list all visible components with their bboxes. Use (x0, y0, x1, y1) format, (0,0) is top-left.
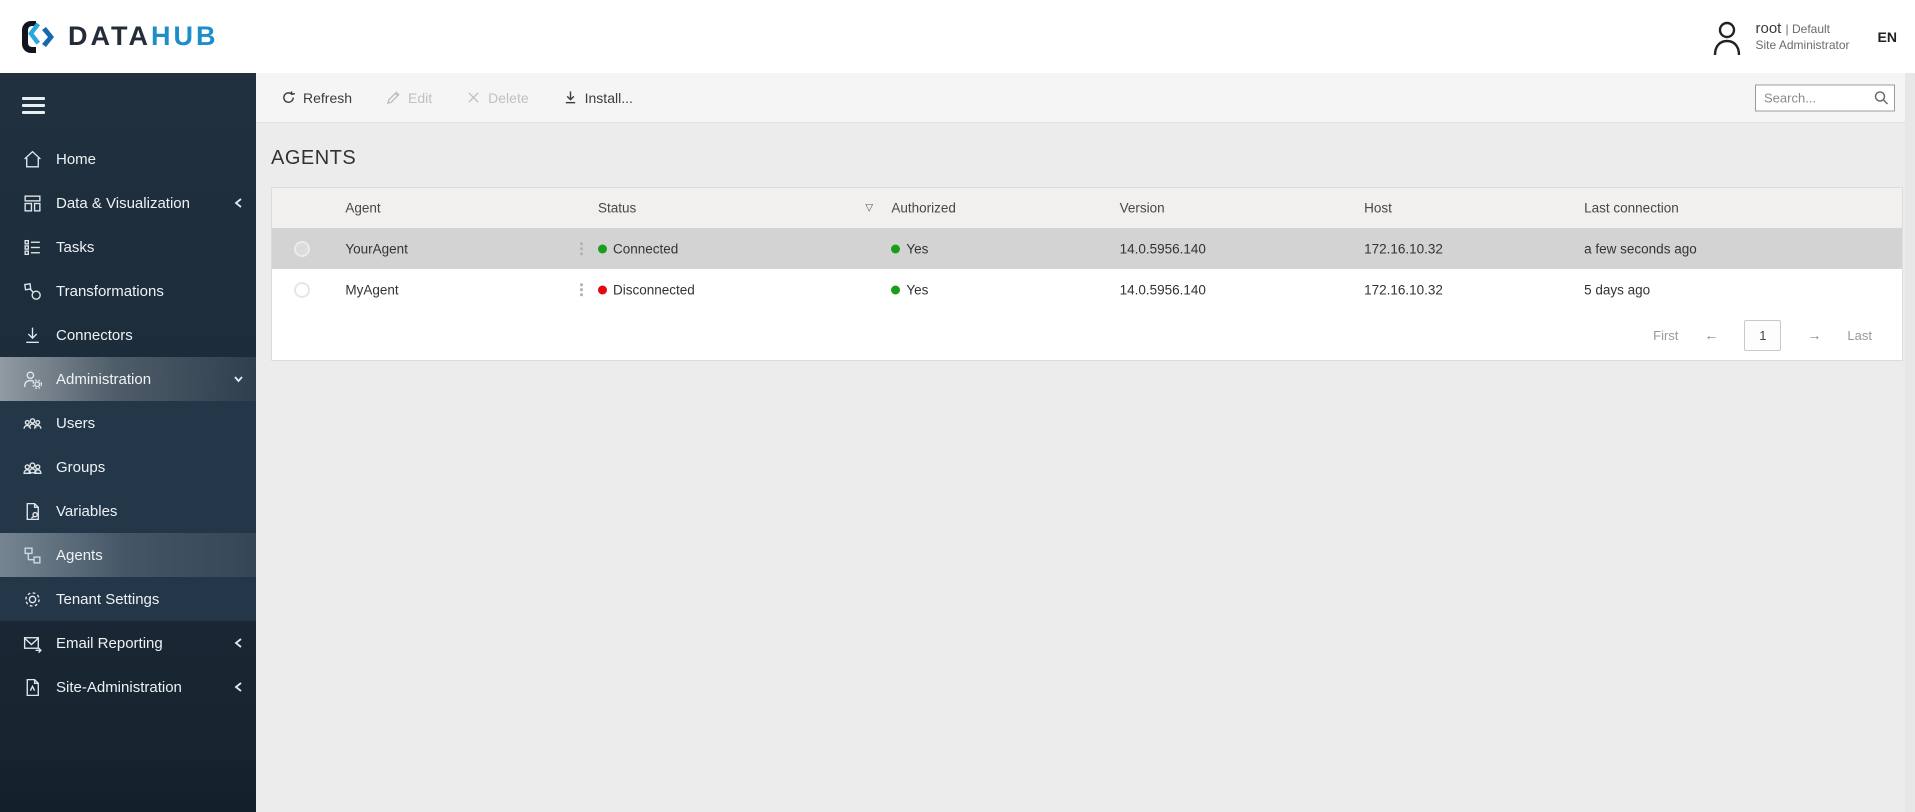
authorized-dot (891, 285, 901, 294)
last-connection-cell: a few seconds ago (1584, 241, 1697, 256)
last-connection-cell: 5 days ago (1584, 282, 1651, 297)
table-row[interactable]: YourAgent Connected Yes 14.0.5956.140 17… (272, 228, 1902, 269)
row-menu-icon[interactable] (578, 240, 584, 258)
agent-name: YourAgent (345, 241, 408, 256)
email-icon (22, 633, 43, 654)
chevron-left-icon (233, 681, 244, 693)
dashboard-icon (22, 193, 43, 214)
column-header-authorized[interactable]: Authorized (891, 201, 956, 216)
refresh-icon (283, 91, 296, 103)
row-select-radio[interactable] (294, 281, 310, 298)
gear-icon (22, 589, 43, 610)
transformations-icon (22, 281, 43, 302)
table-row[interactable]: MyAgent Disconnected Yes 14.0.5956.140 1… (272, 269, 1902, 310)
delete-button[interactable]: Delete (466, 90, 529, 106)
chevron-left-icon (233, 197, 244, 209)
authorized-dot (891, 244, 901, 253)
column-header-last-connection[interactable]: Last connection (1584, 201, 1679, 216)
chevron-left-icon (233, 637, 244, 649)
agent-name: MyAgent (345, 282, 399, 297)
pagination-current-page[interactable]: 1 (1744, 319, 1782, 351)
sort-descending-icon[interactable]: ▽ (865, 203, 873, 214)
user-menu[interactable]: root | Default Site Administrator (1710, 18, 1850, 56)
admin-user-gear-icon (22, 369, 43, 390)
row-select-radio[interactable] (294, 240, 310, 257)
sidebar: Home Data & Visualization Tasks Transfor… (0, 73, 256, 812)
menu-toggle-button[interactable] (0, 73, 256, 137)
search-input[interactable] (1756, 90, 1868, 105)
sidebar-item-tasks[interactable]: Tasks (0, 225, 256, 269)
page-title: AGENTS (271, 147, 357, 169)
sidebar-item-groups[interactable]: Groups (0, 445, 256, 489)
task-list-icon (22, 237, 43, 258)
sidebar-item-variables[interactable]: Variables (0, 489, 256, 533)
language-selector[interactable]: EN (1872, 29, 1897, 45)
pagination-last-button[interactable]: Last (1847, 328, 1872, 343)
column-header-version[interactable]: Version (1120, 201, 1165, 216)
agents-icon (22, 545, 43, 566)
groups-icon (22, 457, 43, 478)
edit-button[interactable]: Edit (386, 90, 432, 106)
install-button[interactable]: Install... (563, 90, 633, 106)
users-icon (22, 413, 43, 434)
pagination-next-icon[interactable]: → (1807, 327, 1821, 343)
column-header-host[interactable]: Host (1364, 201, 1392, 216)
sidebar-item-site-administration[interactable]: Site-Administration (0, 665, 256, 709)
column-header-agent[interactable]: Agent (345, 201, 380, 216)
hamburger-icon (22, 93, 45, 118)
user-role: Site Administrator (1755, 38, 1850, 53)
status-cell: Connected (598, 241, 678, 256)
edit-pencil-icon (386, 91, 400, 105)
sidebar-item-administration[interactable]: Administration (0, 357, 256, 401)
table-header-row: Agent Status ▽ Authorized Version Host L… (272, 188, 1902, 228)
delete-x-icon (468, 92, 479, 103)
version-cell: 14.0.5956.140 (1119, 282, 1206, 297)
sidebar-item-users[interactable]: Users (0, 401, 256, 445)
sidebar-item-transformations[interactable]: Transformations (0, 269, 256, 313)
authorized-cell: Yes (891, 241, 928, 256)
app-title: DATAHUB (68, 21, 219, 51)
status-dot (598, 244, 607, 253)
variables-icon (22, 501, 43, 522)
home-icon (22, 149, 43, 170)
sidebar-item-home[interactable]: Home (0, 137, 256, 181)
pagination-first-button[interactable]: First (1653, 328, 1678, 343)
user-tenant: | Default (1785, 21, 1831, 36)
sidebar-item-data-visualization[interactable]: Data & Visualization (0, 181, 256, 225)
sidebar-item-tenant-settings[interactable]: Tenant Settings (0, 577, 256, 621)
sidebar-item-connectors[interactable]: Connectors (0, 313, 256, 357)
search-box (1755, 84, 1895, 111)
pagination: First ← 1 → Last (272, 310, 1902, 360)
download-icon (22, 325, 43, 346)
chevron-down-icon (233, 373, 244, 385)
main-content: Refresh Edit Delete Install... AGENTS Ag… (256, 73, 1915, 812)
datahub-logo-icon (22, 20, 54, 53)
install-download-icon (565, 91, 575, 104)
agents-table: Agent Status ▽ Authorized Version Host L… (271, 187, 1903, 361)
toolbar: Refresh Edit Delete Install... (256, 73, 1915, 123)
host-cell: 172.16.10.32 (1364, 241, 1443, 256)
row-menu-icon[interactable] (578, 281, 584, 299)
version-cell: 14.0.5956.140 (1119, 241, 1206, 256)
host-cell: 172.16.10.32 (1364, 282, 1443, 297)
search-icon[interactable] (1873, 90, 1889, 106)
authorized-cell: Yes (891, 282, 928, 297)
app-logo[interactable]: DATAHUB (0, 19, 218, 55)
sidebar-item-email-reporting[interactable]: Email Reporting (0, 621, 256, 665)
column-header-status[interactable]: Status (598, 201, 636, 216)
user-avatar-icon (1713, 21, 1740, 55)
sidebar-item-agents[interactable]: Agents (0, 533, 256, 577)
refresh-button[interactable]: Refresh (281, 90, 352, 106)
top-header: DATAHUB root | Default Site Administrato… (0, 0, 1915, 73)
pagination-prev-icon[interactable]: ← (1704, 327, 1718, 343)
site-admin-icon (22, 677, 43, 698)
user-name: root (1755, 19, 1782, 37)
status-dot (598, 285, 607, 294)
scrollbar-track[interactable] (1905, 73, 1915, 812)
status-cell: Disconnected (598, 282, 695, 297)
